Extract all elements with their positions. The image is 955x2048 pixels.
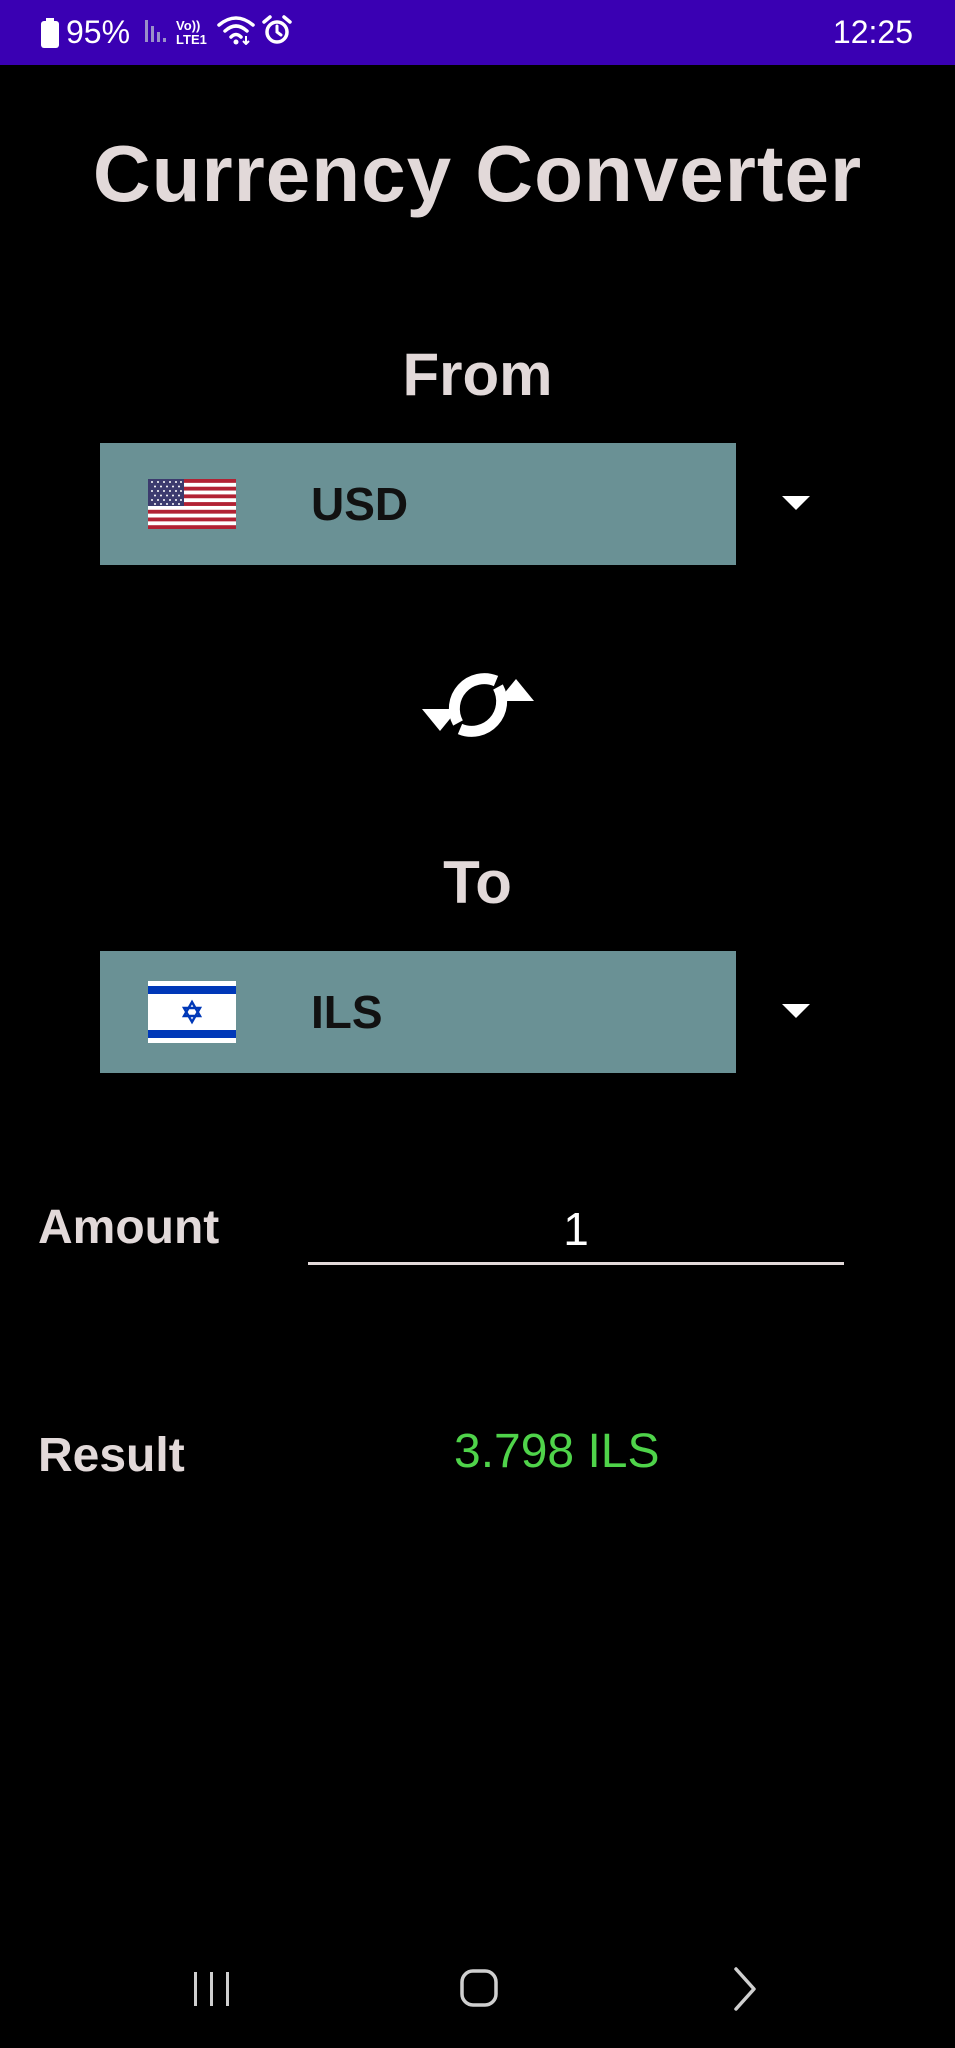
alarm-icon bbox=[261, 14, 293, 51]
result-label: Result bbox=[38, 1429, 185, 1482]
israel-flag-icon bbox=[148, 981, 236, 1043]
from-currency-select[interactable]: USD bbox=[100, 443, 736, 565]
battery-percent: 95% bbox=[66, 14, 131, 50]
chevron-down-icon[interactable] bbox=[782, 496, 810, 510]
to-currency-code: ILS bbox=[311, 986, 383, 1038]
navigation-bar bbox=[0, 1940, 955, 2048]
home-icon bbox=[460, 1969, 498, 2007]
swap-refresh-icon bbox=[422, 673, 534, 737]
recent-apps-icon bbox=[194, 1972, 229, 2006]
signal-icon bbox=[144, 16, 170, 49]
volte-label-top: Vo)) bbox=[176, 17, 201, 33]
from-label: From bbox=[402, 341, 553, 408]
back-icon bbox=[734, 1967, 756, 2011]
to-currency-select[interactable]: ILS bbox=[100, 951, 736, 1073]
home-button[interactable] bbox=[444, 1960, 514, 2020]
us-flag-icon bbox=[148, 479, 236, 529]
to-label: To bbox=[443, 849, 512, 916]
volte-label-bottom: LTE1 bbox=[176, 31, 207, 47]
back-button[interactable] bbox=[710, 1960, 780, 2020]
chevron-down-icon[interactable] bbox=[782, 1004, 810, 1018]
status-left-group: 95% Vo)) LTE1 bbox=[40, 0, 293, 65]
battery-icon bbox=[40, 17, 60, 48]
status-bar: 95% Vo)) LTE1 12:25 bbox=[0, 0, 955, 65]
app-screen: 95% Vo)) LTE1 12:25 Currency Converter F… bbox=[0, 0, 955, 2048]
wifi-icon bbox=[217, 15, 255, 50]
from-currency-code: USD bbox=[311, 478, 409, 530]
amount-label: Amount bbox=[38, 1201, 220, 1254]
volte-icon: Vo)) LTE1 bbox=[176, 17, 207, 47]
amount-input[interactable] bbox=[308, 1196, 844, 1265]
swap-currencies-button[interactable] bbox=[418, 655, 538, 755]
page-title: Currency Converter bbox=[92, 129, 863, 218]
result-value: 3.798 ILS bbox=[454, 1425, 660, 1478]
status-time: 12:25 bbox=[832, 14, 913, 50]
recent-apps-button[interactable] bbox=[177, 1960, 247, 2020]
